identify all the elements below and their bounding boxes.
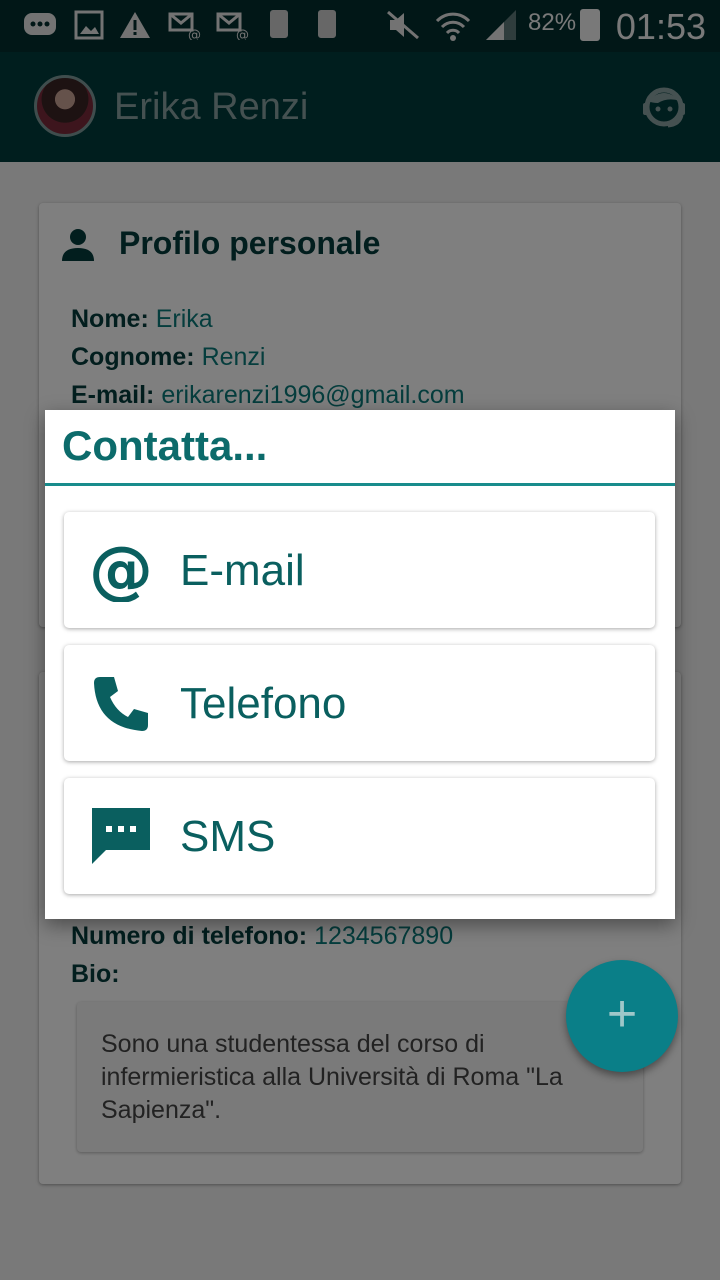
email-option-button[interactable]: @ E-mail [64,512,655,628]
sms-option-button[interactable]: SMS [64,778,655,894]
email-option-label: E-mail [180,546,305,595]
add-button[interactable]: + [566,960,678,1072]
contact-dialog: Contatta... @ E-mail Telefono SMS [45,410,675,919]
dialog-title: Contatta... [62,422,268,469]
sms-icon [92,808,150,864]
phone-icon [94,677,148,731]
sms-option-label: SMS [180,812,276,861]
phone-option-button[interactable]: Telefono [64,645,655,761]
svg-text:@: @ [90,540,152,602]
dialog-divider [45,483,675,486]
phone-option-label: Telefono [180,679,347,728]
at-sign-icon: @ [90,540,152,602]
